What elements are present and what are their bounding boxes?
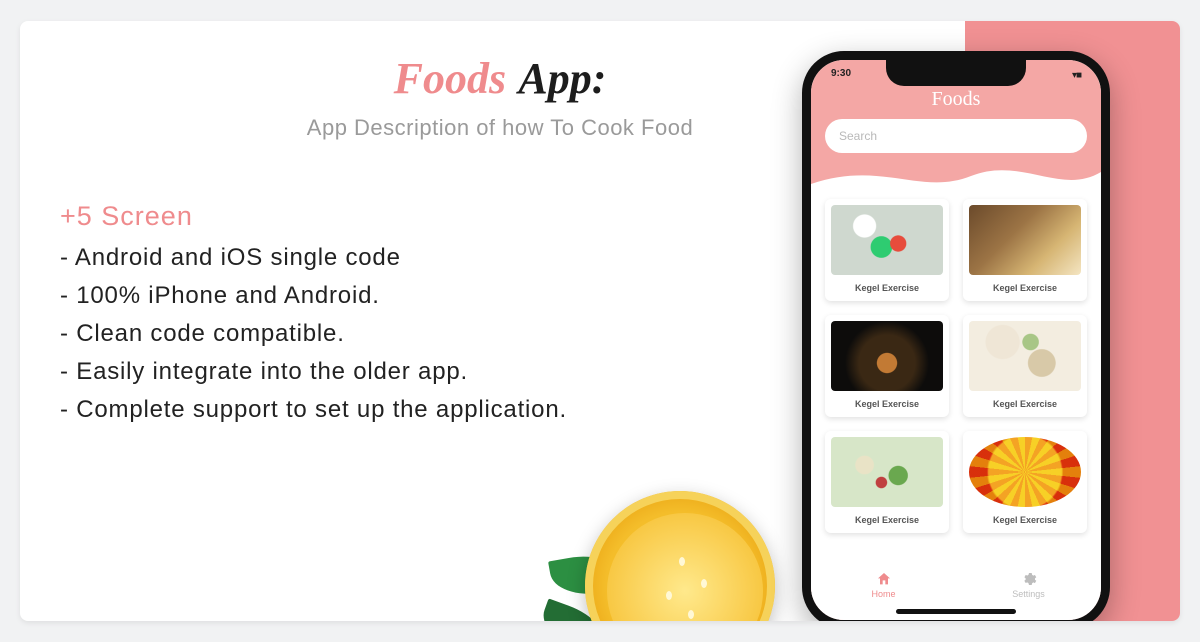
title-app: App:: [518, 54, 606, 103]
signal-battery-icon: ▾■: [1072, 70, 1081, 81]
food-thumb: [831, 437, 943, 507]
food-thumb: [969, 437, 1081, 507]
search-input[interactable]: Search: [825, 119, 1087, 153]
phone-screen: 9:30 ▾■ Foods Search Kegel Exercise: [811, 60, 1101, 620]
title-foods: Foods: [394, 54, 506, 103]
home-icon: [876, 571, 892, 587]
feature-headline: +5 Screen: [60, 201, 680, 232]
food-thumb: [831, 205, 943, 275]
food-card[interactable]: Kegel Exercise: [825, 431, 949, 533]
food-card[interactable]: Kegel Exercise: [825, 199, 949, 301]
feature-item: - Easily integrate into the older app.: [60, 358, 680, 386]
decorative-fruit: [585, 491, 785, 621]
gear-icon: [1021, 571, 1037, 587]
feature-item: - Android and iOS single code: [60, 244, 680, 272]
food-card[interactable]: Kegel Exercise: [963, 431, 1087, 533]
bottom-nav: Home Settings: [811, 563, 1101, 607]
feature-list: +5 Screen - Android and iOS single code …: [60, 201, 680, 424]
food-thumb: [969, 321, 1081, 391]
card-grid: Kegel Exercise Kegel Exercise Kegel Exer…: [811, 163, 1101, 533]
feature-item: - Complete support to set up the applica…: [60, 396, 680, 424]
promo-card: Foods App: App Description of how To Coo…: [20, 21, 1180, 621]
feature-item: - Clean code compatible.: [60, 320, 680, 348]
status-time: 9:30: [831, 68, 851, 79]
food-card[interactable]: Kegel Exercise: [963, 315, 1087, 417]
wave-divider: [811, 162, 1101, 194]
nav-home-label: Home: [871, 589, 895, 599]
food-thumb: [969, 205, 1081, 275]
page-title: Foods App:: [230, 57, 770, 101]
left-column: Foods App: App Description of how To Coo…: [60, 57, 680, 434]
food-card-label: Kegel Exercise: [969, 283, 1081, 293]
food-card[interactable]: Kegel Exercise: [963, 199, 1087, 301]
food-card-label: Kegel Exercise: [831, 283, 943, 293]
subtitle: App Description of how To Cook Food: [230, 115, 770, 141]
nav-settings[interactable]: Settings: [956, 563, 1101, 607]
food-card[interactable]: Kegel Exercise: [825, 315, 949, 417]
food-thumb: [831, 321, 943, 391]
nav-settings-label: Settings: [1012, 589, 1045, 599]
nav-home[interactable]: Home: [811, 563, 956, 607]
food-card-label: Kegel Exercise: [831, 399, 943, 409]
search-placeholder: Search: [839, 129, 877, 143]
food-card-label: Kegel Exercise: [831, 515, 943, 525]
food-card-label: Kegel Exercise: [969, 399, 1081, 409]
phone-mockup: 9:30 ▾■ Foods Search Kegel Exercise: [802, 51, 1110, 621]
phone-notch: [886, 60, 1026, 86]
content-area: Kegel Exercise Kegel Exercise Kegel Exer…: [811, 163, 1101, 621]
food-card-label: Kegel Exercise: [969, 515, 1081, 525]
home-indicator: [896, 609, 1016, 614]
feature-item: - 100% iPhone and Android.: [60, 282, 680, 310]
